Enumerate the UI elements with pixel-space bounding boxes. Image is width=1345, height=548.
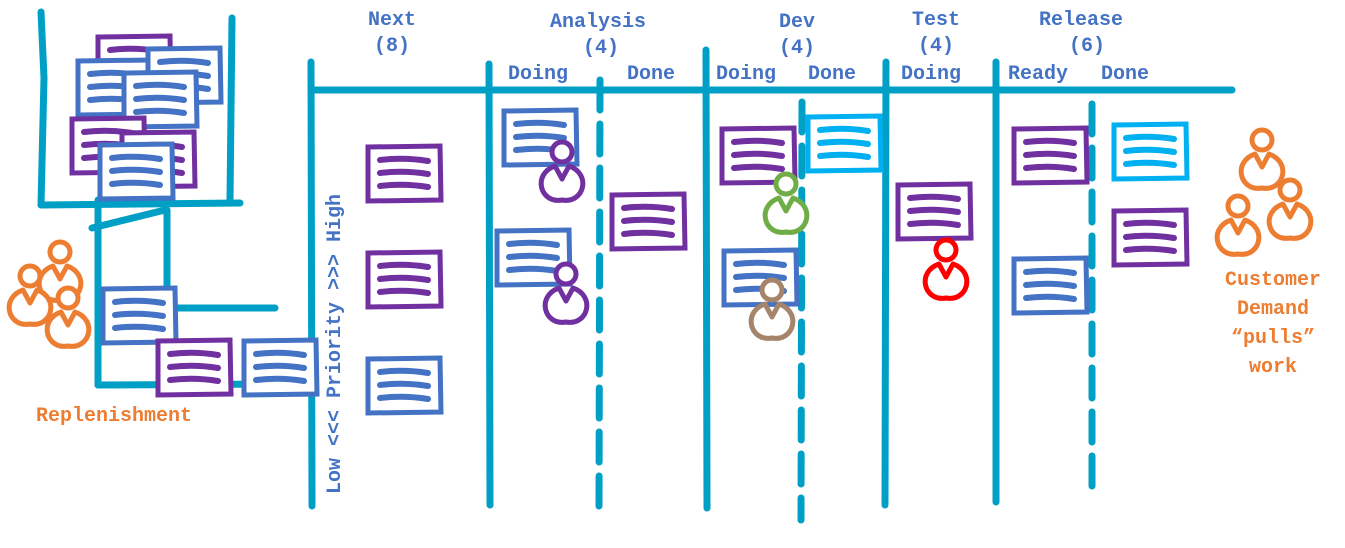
card-purple[interactable] [365,143,444,204]
subcolumn-analysis-doing: Doing [508,63,569,86]
card-blue[interactable] [241,337,320,398]
customer-label-line-1: Customer [1224,269,1321,292]
divider-dev-done [797,98,806,524]
subcolumn-dev-doing: Doing [716,63,777,86]
column-dev-title: Dev [778,11,815,34]
column-next-title: Next [367,9,416,32]
customer-demand-label: Customer Demand “pulls” work [1208,266,1338,382]
column-release-limit: (6) [1068,35,1105,58]
divider-analysis [485,60,494,509]
replenishment-label: Replenishment [36,405,193,428]
customer-label-line-4: work [1248,356,1297,379]
subcolumn-dev-done: Done [808,63,857,86]
column-dev-limit: (4) [778,37,815,60]
card-purple[interactable] [1011,125,1090,186]
subcolumn-release-done: Done [1101,63,1150,86]
card-blue[interactable] [97,141,176,202]
subcolumn-test-doing: Doing [901,63,962,86]
replenishment-inner-wall [163,206,279,312]
person-icon [922,237,970,301]
column-release-title: Release [1038,9,1123,32]
card-purple[interactable] [155,337,234,398]
card-cyan[interactable] [1111,121,1190,182]
card-blue[interactable] [1011,255,1090,316]
column-analysis-limit: (4) [582,37,619,60]
column-dev-header: Dev (4) [752,10,842,62]
column-test-header: Test (4) [896,8,976,60]
column-analysis-title: Analysis [549,11,646,34]
card-purple[interactable] [895,181,974,242]
subcolumn-analysis-done: Done [627,63,676,86]
card-cyan[interactable] [805,113,884,174]
column-analysis-header: Analysis (4) [528,10,668,62]
customer-label-line-2: Demand [1236,298,1309,321]
card-blue[interactable] [100,285,179,346]
card-purple[interactable] [1111,207,1190,268]
divider-next [307,58,316,510]
column-next-limit: (8) [373,35,410,58]
priority-axis-label: Low <<< Priority >>> High [324,193,347,494]
card-purple[interactable] [609,191,688,252]
divider-test [881,58,890,509]
backlog-left-wall [37,8,48,209]
card-blue[interactable] [721,247,800,308]
backlog-right-wall [226,14,236,204]
person-icon [1266,177,1314,241]
backlog-bottom [37,199,244,209]
column-test-title: Test [911,9,960,32]
card-blue[interactable] [365,355,444,416]
column-release-header: Release (6) [1026,8,1136,60]
divider-dev [702,46,711,512]
divider-analysis-done [595,76,604,516]
person-icon [1238,127,1286,191]
person-icon [1214,193,1262,257]
card-purple[interactable] [365,249,444,310]
column-test-limit: (4) [917,35,954,58]
replenishment-gate [88,206,169,232]
customer-label-line-3: “pulls” [1230,327,1315,350]
column-next-header: Next (8) [352,8,432,60]
subcolumn-release-ready: Ready [1008,63,1069,86]
